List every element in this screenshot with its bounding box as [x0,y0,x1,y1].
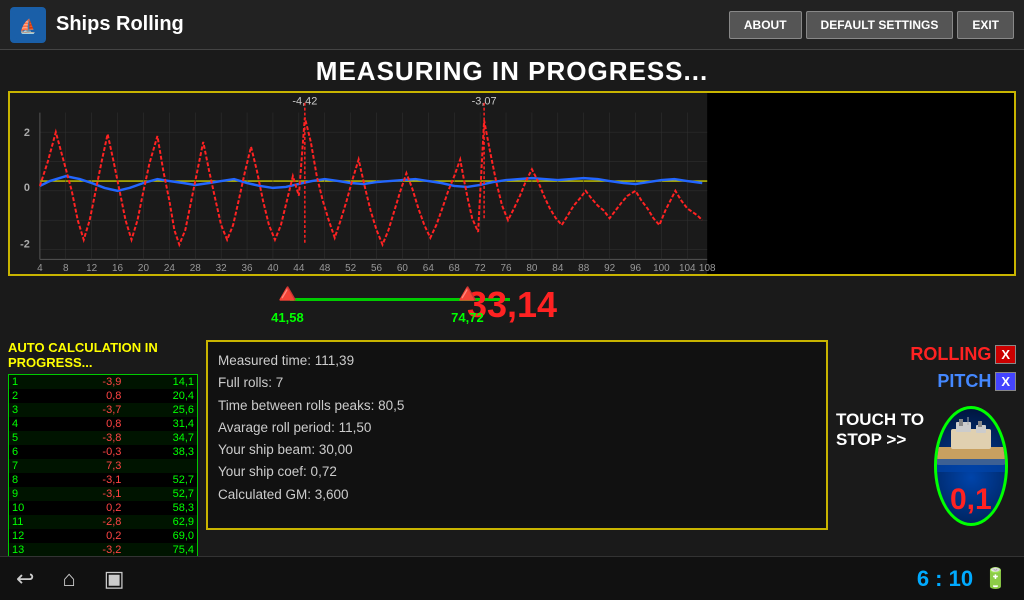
svg-text:20: 20 [138,263,150,274]
rolling-label: ROLLING X [910,344,1016,365]
app-title: Ships Rolling [56,13,184,36]
table-row: 13-3,275,4 [9,543,198,557]
left-panel: AUTO CALCULATION IN PROGRESS... 1-3,914,… [8,340,198,530]
touch-stop-button[interactable]: TOUCH TO STOP >> [836,410,934,450]
info-line: Your ship coef: 0,72 [218,461,816,483]
info-line: Your ship beam: 30,00 [218,439,816,461]
chart-container: 2 0 -2 4 8 12 16 20 24 28 32 36 40 44 48… [8,91,1016,276]
right-arrow-icon: 🔺 [450,280,485,308]
svg-text:68: 68 [449,263,461,274]
home-icon[interactable]: ⌂ [62,566,75,592]
table-row: 20,820,4 [9,389,198,403]
about-button[interactable]: ABOUT [729,11,802,39]
pitch-x[interactable]: X [995,372,1016,391]
svg-text:-3,07: -3,07 [472,96,497,108]
right-arrow-block: 🔺 74,72 [450,280,485,325]
svg-text:64: 64 [423,263,435,274]
bottom-right: 6 : 10 🔋 [917,566,1008,592]
svg-text:⛵: ⛵ [19,18,36,35]
bottom-nav: ↩ ⌂ ▣ 6 : 10 🔋 [0,556,1024,600]
rolling-x[interactable]: X [995,345,1016,364]
table-row: 120,269,0 [9,529,198,543]
ship-svg-container [934,417,1008,477]
svg-text:4: 4 [37,263,43,274]
arrow-section: 🔺 41,58 33,14 🔺 74,72 [0,280,1024,338]
info-line: Measured time: 111,39 [218,350,816,372]
svg-text:48: 48 [319,263,331,274]
right-arrow-label: 74,72 [451,310,484,325]
svg-text:84: 84 [552,263,564,274]
info-line: Avarage roll period: 11,50 [218,417,816,439]
svg-text:88: 88 [578,263,590,274]
svg-text:16: 16 [112,263,124,274]
svg-text:56: 56 [371,263,383,274]
ship-value: 0,1 [950,483,992,517]
svg-text:-4,42: -4,42 [292,96,317,108]
measuring-header: MEASURING IN PROGRESS... [0,50,1024,91]
svg-text:100: 100 [653,263,670,274]
rolling-text: ROLLING [910,344,991,365]
table-row: 8-3,152,7 [9,473,198,487]
left-arrow-label: 41,58 [271,310,304,325]
table-row: 40,831,4 [9,417,198,431]
table-row: 6-0,338,3 [9,445,198,459]
info-line: Full rolls: 7 [218,372,816,394]
svg-text:104: 104 [679,263,696,274]
nav-icons: ↩ ⌂ ▣ [16,566,125,592]
pitch-label: PITCH X [937,371,1016,392]
svg-text:60: 60 [397,263,409,274]
bottom-section: AUTO CALCULATION IN PROGRESS... 1-3,914,… [0,340,1024,530]
svg-text:76: 76 [500,263,512,274]
svg-text:40: 40 [267,263,279,274]
svg-text:44: 44 [293,263,305,274]
data-table: 1-3,914,120,820,43-3,725,640,831,45-3,83… [8,374,198,572]
table-row: 1-3,914,1 [9,375,198,390]
auto-calc-label: AUTO CALCULATION IN PROGRESS... [8,340,198,370]
table-row: 100,258,3 [9,501,198,515]
info-line: Calculated GM: 3,600 [218,484,816,506]
svg-text:28: 28 [190,263,202,274]
data-table-body: 1-3,914,120,820,43-3,725,640,831,45-3,83… [9,375,198,572]
left-arrow-block: 🔺 41,58 [270,280,305,325]
top-bar: ⛵ Ships Rolling ABOUT DEFAULT SETTINGS E… [0,0,1024,50]
svg-text:0: 0 [24,182,30,194]
left-arrow-icon: 🔺 [270,280,305,308]
table-row: 77,3 [9,459,198,473]
table-row: 11-2,862,9 [9,515,198,529]
svg-text:92: 92 [604,263,615,274]
svg-text:52: 52 [345,263,356,274]
recents-icon[interactable]: ▣ [104,566,125,592]
svg-text:8: 8 [63,263,69,274]
time-display: 6 : 10 [917,566,973,592]
svg-text:24: 24 [164,263,176,274]
ship-display[interactable]: 0,1 [934,406,1008,526]
table-row: 9-3,152,7 [9,487,198,501]
exit-button[interactable]: EXIT [957,11,1014,39]
svg-text:96: 96 [630,263,642,274]
app-logo-title: ⛵ Ships Rolling [10,7,184,43]
svg-text:80: 80 [526,263,538,274]
table-row: 3-3,725,6 [9,403,198,417]
right-panel-inner: ROLLING X PITCH X [836,344,1016,392]
pitch-text: PITCH [937,371,991,392]
chart-svg: 2 0 -2 4 8 12 16 20 24 28 32 36 40 44 48… [10,93,1014,274]
svg-text:36: 36 [242,263,254,274]
svg-text:2: 2 [24,127,30,139]
info-line: Time between rolls peaks: 80,5 [218,395,816,417]
app-logo: ⛵ [10,7,46,43]
svg-text:108: 108 [699,263,716,274]
svg-text:72: 72 [475,263,486,274]
back-icon[interactable]: ↩ [16,566,34,592]
info-box: Measured time: 111,39Full rolls: 7Time b… [206,340,828,530]
info-box-lines: Measured time: 111,39Full rolls: 7Time b… [218,350,816,506]
default-settings-button[interactable]: DEFAULT SETTINGS [806,11,954,39]
battery-icon: 🔋 [983,566,1008,591]
svg-text:12: 12 [86,263,97,274]
svg-text:32: 32 [216,263,227,274]
svg-text:-2: -2 [20,239,30,251]
right-panel: ROLLING X PITCH X TOUCH TO STOP >> [836,340,1016,530]
table-row: 5-3,834,7 [9,431,198,445]
top-buttons: ABOUT DEFAULT SETTINGS EXIT [729,11,1014,39]
touch-row: TOUCH TO STOP >> [836,406,1016,526]
